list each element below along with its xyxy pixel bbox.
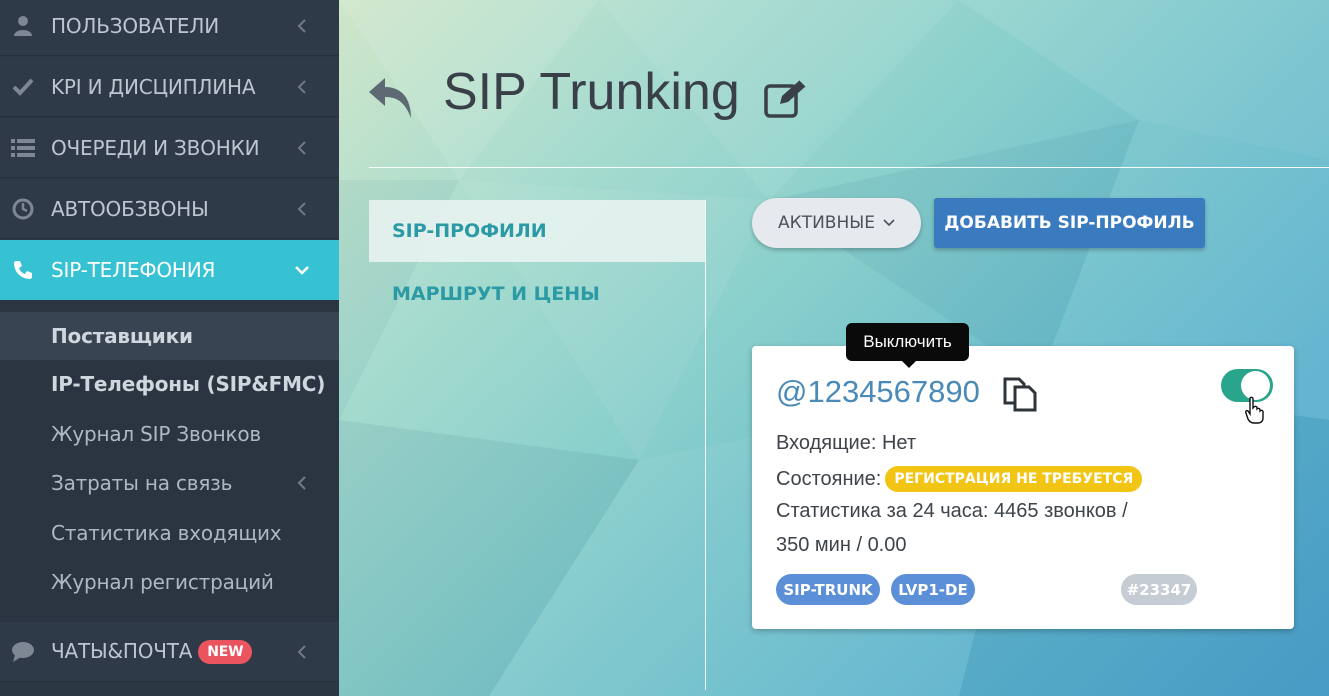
sidebar-item-autodial[interactable]: АВТООБЗВОНЫ (0, 179, 339, 239)
hand-cursor-icon (1245, 396, 1264, 424)
tag-sip-trunk[interactable]: SIP-TRUNK (776, 574, 880, 605)
submenu-item-providers[interactable]: Поставщики (0, 312, 339, 360)
stats-line-2: 350 мин / 0.00 (776, 534, 907, 556)
add-sip-profile-button[interactable]: ДОБАВИТЬ SIP-ПРОФИЛЬ (934, 198, 1205, 248)
profile-id-tag: #23347 (1121, 574, 1197, 605)
new-badge: NEW (198, 640, 253, 665)
status-badge: РЕГИСТРАЦИЯ НЕ ТРЕБУЕТСЯ (885, 466, 1143, 492)
chevron-left-icon (295, 201, 309, 216)
page-title: SIP Trunking (443, 63, 740, 121)
sidebar-item-chats[interactable]: ЧАТЫ&ПОЧТА NEW (0, 622, 339, 682)
list-icon (11, 136, 35, 160)
submenu-item-label: Журнал регистраций (51, 570, 274, 594)
chevron-left-icon (295, 79, 309, 94)
sidebar-item-users[interactable]: ПОЛЬЗОВАТЕЛИ (0, 0, 339, 56)
sidebar-item-label: АВТООБЗВОНЫ (51, 196, 209, 221)
submenu-item-registration-log[interactable]: Журнал регистраций (0, 558, 339, 606)
tab-sip-profiles[interactable]: SIP-ПРОФИЛИ (369, 200, 705, 262)
clock-icon (11, 197, 35, 221)
profile-number[interactable]: @1234567890 (776, 374, 980, 410)
tooltip-arrow (902, 361, 916, 368)
copy-icon[interactable] (1002, 376, 1038, 412)
status-filter-dropdown[interactable]: АКТИВНЫЕ (752, 198, 921, 248)
submenu-item-label: IP-Телефоны (SIP&FMC) (51, 372, 326, 396)
chevron-down-icon (295, 263, 309, 277)
sidebar-item-queues[interactable]: ОЧЕРЕДИ И ЗВОНКИ (0, 118, 339, 178)
sidebar-item-label: ПОЛЬЗОВАТЕЛИ (51, 13, 219, 38)
chat-icon (11, 640, 35, 664)
chevron-down-icon (883, 219, 895, 227)
submenu-item-incoming-stats[interactable]: Статистика входящих (0, 509, 339, 557)
back-arrow-icon[interactable] (367, 76, 417, 120)
submenu-item-label: Поставщики (51, 324, 193, 348)
submenu-item-label: Статистика входящих (51, 521, 282, 545)
filter-label: АКТИВНЫЕ (778, 213, 875, 233)
sidebar-item-label: ОЧЕРЕДИ И ЗВОНКИ (51, 135, 260, 160)
sidebar: ПОЛЬЗОВАТЕЛИ KPI И ДИСЦИПЛИНА ОЧЕРЕДИ И … (0, 0, 339, 696)
tabs-divider (705, 200, 706, 690)
chevron-left-icon (295, 140, 309, 155)
chevron-left-icon (295, 476, 309, 490)
main-content: SIP Trunking SIP-ПРОФИЛИ МАРШРУТ И ЦЕНЫ … (339, 0, 1329, 696)
submenu-item-label: Журнал SIP Звонков (51, 422, 261, 446)
profile-tabs: SIP-ПРОФИЛИ МАРШРУТ И ЦЕНЫ (369, 200, 706, 690)
edit-icon[interactable] (764, 78, 808, 118)
sip-submenu: Поставщики IP-Телефоны (SIP&FMC) Журнал … (0, 300, 339, 622)
phone-icon (11, 258, 35, 282)
user-icon (11, 14, 35, 38)
submenu-item-label: Затраты на связь (51, 471, 233, 495)
toggle-tooltip: Выключить (846, 323, 969, 361)
submenu-item-sip-call-log[interactable]: Журнал SIP Звонков (0, 410, 339, 458)
chevron-left-icon (295, 18, 309, 33)
sidebar-item-label: ЧАТЫ&ПОЧТА NEW (51, 639, 253, 665)
check-icon (11, 75, 35, 99)
sidebar-item-sip-telephony[interactable]: SIP-ТЕЛЕФОНИЯ (0, 240, 339, 300)
incoming-status: Входящие: Нет (776, 432, 916, 454)
sidebar-item-label: SIP-ТЕЛЕФОНИЯ (51, 258, 216, 282)
title-divider (369, 167, 1329, 168)
tab-routes-prices[interactable]: МАРШРУТ И ЦЕНЫ (369, 263, 705, 325)
submenu-item-costs[interactable]: Затраты на связь (0, 459, 339, 507)
tag-provider[interactable]: LVP1-DE (891, 574, 975, 605)
sip-profile-card: @1234567890 Входящие: Нет Состояние: РЕГИ… (752, 346, 1294, 629)
sidebar-item-kpi[interactable]: KPI И ДИСЦИПЛИНА (0, 57, 339, 117)
sidebar-item-label: KPI И ДИСЦИПЛИНА (51, 74, 256, 99)
registration-state: Состояние: РЕГИСТРАЦИЯ НЕ ТРЕБУЕТСЯ (776, 466, 1143, 492)
submenu-item-ip-phones[interactable]: IP-Телефоны (SIP&FMC) (0, 360, 339, 408)
chevron-left-icon (295, 644, 309, 659)
stats-line-1: Статистика за 24 часа: 4465 звонков / (776, 500, 1128, 522)
